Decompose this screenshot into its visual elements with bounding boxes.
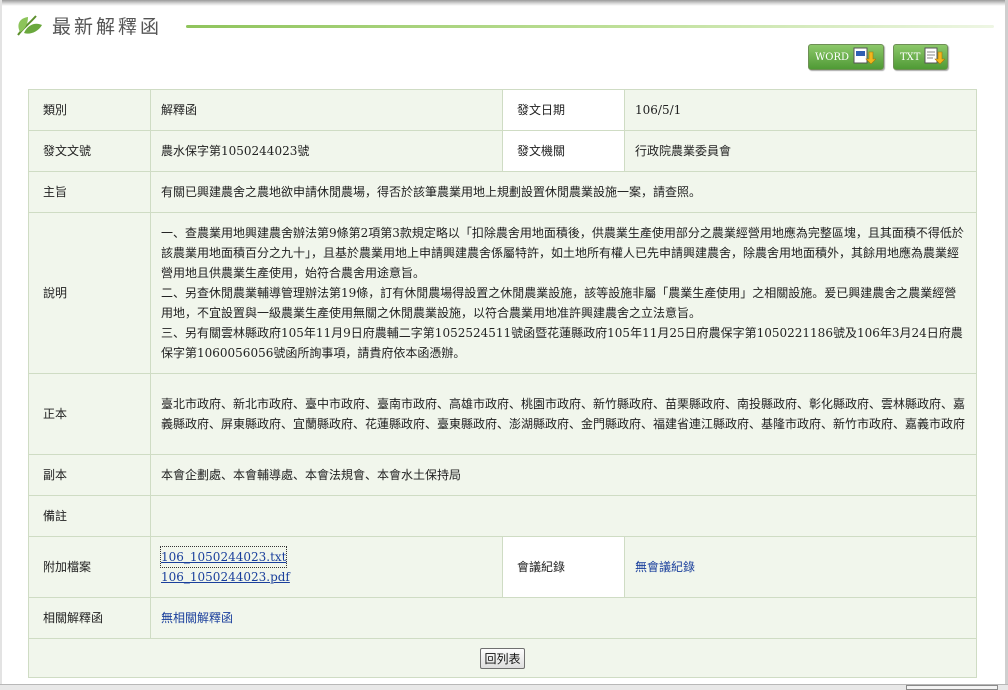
copy-value: 本會企劃處、本會輔導處、本會法規會、本會水土保持局: [150, 454, 977, 496]
row-category: 類別 解釋函 發文日期 106/5/1: [28, 89, 977, 131]
row-related: 相關解釋函 無相關解釋函: [28, 597, 977, 639]
txt-download-icon: [923, 46, 947, 69]
row-attachments: 附加檔案 106_1050244023.txt 106_1050244023.p…: [28, 536, 977, 598]
page-title: 最新解釋函: [52, 15, 163, 38]
copy-label: 副本: [28, 454, 151, 496]
attachments-value: 106_1050244023.txt 106_1050244023.pdf: [150, 536, 503, 598]
related-interpretation-link[interactable]: 無相關解釋函: [161, 611, 233, 625]
window-bottom-bar: [0, 684, 1008, 690]
meeting-record-link[interactable]: 無會議紀錄: [635, 560, 695, 574]
category-label: 類別: [28, 89, 151, 131]
row-remarks: 備註: [28, 495, 977, 537]
back-to-list-button[interactable]: 回列表: [480, 647, 525, 669]
explanation-item: 一、查農業用地興建農舍辦法第9條第2項第3款規定略以「扣除農舍用地面積後，供農業…: [161, 226, 964, 280]
window-top-edge: [0, 0, 1008, 6]
attachment-link-pdf[interactable]: 106_1050244023.pdf: [161, 567, 492, 587]
issue-date-value: 106/5/1: [624, 89, 977, 131]
subject-value: 有關已興建農舍之農地欲申請休閒農場，得否於該筆農業用地上規劃設置休閒農業設施一案…: [150, 171, 977, 213]
page-header: 最新解釋函: [14, 10, 162, 40]
explanation-item: 二、另查休閒農業輔導管理辦法第19條，訂有休閒農場得設置之休閒農業設施，該等設施…: [161, 286, 957, 320]
window-bottom-widget: [906, 685, 998, 690]
leaf-icon: [14, 12, 44, 38]
row-explanation: 說明 一、查農業用地興建農舍辦法第9條第2項第3款規定略以「扣除農舍用地面積後，…: [28, 212, 977, 374]
doc-no-label: 發文文號: [28, 130, 151, 172]
window-left-edge: [0, 0, 2, 690]
txt-button-label: TXT: [900, 51, 921, 63]
related-label: 相關解釋函: [28, 597, 151, 639]
word-export-button[interactable]: WORD: [808, 44, 884, 70]
attachments-label: 附加檔案: [28, 536, 151, 598]
related-value: 無相關解釋函: [150, 597, 977, 639]
row-doc-no: 發文文號 農水保字第1050244023號 發文機關 行政院農業委員會: [28, 130, 977, 172]
original-label: 正本: [28, 373, 151, 455]
subject-label: 主旨: [28, 171, 151, 213]
issue-date-label: 發文日期: [502, 89, 625, 131]
category-value: 解釋函: [150, 89, 503, 131]
attachment-link-txt[interactable]: 106_1050244023.txt: [159, 546, 288, 568]
doc-no-value: 農水保字第1050244023號: [150, 130, 503, 172]
txt-export-button[interactable]: TXT: [893, 44, 948, 70]
explanation-label: 說明: [28, 212, 151, 374]
meeting-value: 無會議紀錄: [624, 536, 977, 598]
agency-label: 發文機關: [502, 130, 625, 172]
agency-value: 行政院農業委員會: [624, 130, 977, 172]
word-button-label: WORD: [815, 51, 850, 63]
explanation-item: 三、另有關雲林縣政府105年11月9日府農輔二字第1052524511號函暨花蓮…: [161, 326, 963, 360]
meeting-label: 會議紀錄: [502, 536, 625, 598]
remarks-value: [150, 495, 977, 537]
explanation-value: 一、查農業用地興建農舍辦法第9條第2項第3款規定略以「扣除農舍用地面積後，供農業…: [150, 212, 977, 374]
row-copy: 副本 本會企劃處、本會輔導處、本會法規會、本會水土保持局: [28, 454, 977, 496]
row-footer: 回列表: [28, 638, 977, 678]
row-original: 正本 臺北市政府、新北市政府、臺中市政府、臺南市政府、高雄市政府、桃園市政府、新…: [28, 373, 977, 455]
row-subject: 主旨 有關已興建農舍之農地欲申請休閒農場，得否於該筆農業用地上規劃設置休閒農業設…: [28, 171, 977, 213]
title-rule: [186, 25, 994, 28]
footer-cell: 回列表: [28, 638, 977, 678]
interpretation-detail-table: 類別 解釋函 發文日期 106/5/1 發文文號 農水保字第1050244023…: [28, 89, 977, 678]
word-download-icon: [852, 46, 877, 69]
remarks-label: 備註: [28, 495, 151, 537]
original-value: 臺北市政府、新北市政府、臺中市政府、臺南市政府、高雄市政府、桃園市政府、新竹縣政…: [150, 373, 977, 455]
